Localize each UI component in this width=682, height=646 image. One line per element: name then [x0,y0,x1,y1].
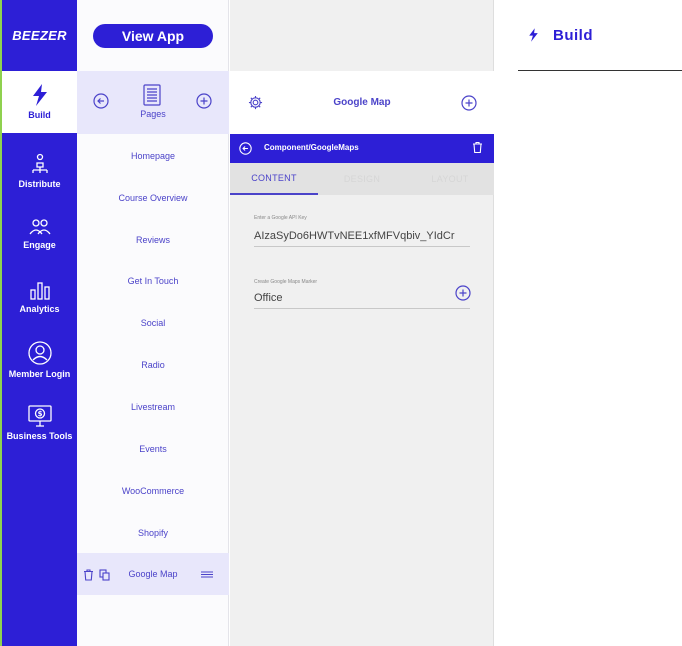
user-circle-icon [27,341,52,365]
beezer-logo[interactable]: BEEZER [2,0,77,71]
add-component-icon[interactable] [461,95,477,111]
page-item-label: Course Overview [118,193,188,203]
drag-handle-icon[interactable] [201,571,213,578]
users-icon [28,219,51,235]
active-indicator [0,71,2,133]
component-bar: Component/GoogleMaps [230,134,494,163]
bar-chart-icon [29,282,50,300]
editor-header: Google Map [230,71,494,134]
bolt-icon [32,84,47,106]
page-item-label: Shopify [137,528,169,538]
page-item-label: Homepage [130,151,176,161]
add-marker-icon[interactable] [455,285,471,301]
page-item-social[interactable]: Social [77,302,229,344]
page-item-label: Social [140,318,166,328]
distribute-icon [31,153,48,173]
nav-item-label: Analytics [19,304,60,314]
svg-text:$: $ [37,410,42,418]
page-item-label: Google Map [128,569,178,579]
page-item-woocommerce[interactable]: WooCommerce [77,470,229,512]
pages-header: Pages [77,71,229,134]
marker-label: Create Google Maps Marker [254,279,318,285]
page-item-get-in-touch[interactable]: Get In Touch [77,260,229,302]
editor-tabs: CONTENT DESIGN LAYOUT [230,163,494,195]
monitor-dollar-icon: $ [27,405,52,427]
pages-document-icon [143,84,161,106]
preview-divider [518,70,682,71]
page-item-google-map[interactable]: Google Map [77,553,229,595]
back-arrow-icon[interactable] [239,142,252,155]
api-key-label: Enter a Google API Key [254,215,307,221]
nav-item-business-tools[interactable]: $ Business Tools [2,392,77,454]
delete-component-icon[interactable] [472,141,483,154]
duplicate-page-icon[interactable] [99,569,110,581]
page-item-events[interactable]: Events [77,428,229,470]
tab-content[interactable]: CONTENT [230,163,318,195]
editor-title: Google Map [333,97,391,108]
bolt-icon [529,28,538,42]
nav-item-label: Business Tools [6,431,73,441]
main-nav-rail: BEEZER Build Distribute Engage Analytics [0,0,77,646]
page-item-label: Events [139,444,167,454]
preview-header: Build [518,25,682,45]
page-item-reviews[interactable]: Reviews [77,219,229,261]
tab-design[interactable]: DESIGN [318,163,406,195]
page-item-homepage[interactable]: Homepage [77,135,229,177]
nav-item-distribute[interactable]: Distribute [2,140,77,202]
nav-item-label: Build [28,110,51,120]
page-item-label: WooCommerce [121,486,185,496]
page-item-course-overview[interactable]: Course Overview [77,177,229,219]
marker-input[interactable]: Office [254,289,470,309]
page-item-label: Livestream [130,402,175,412]
nav-item-analytics[interactable]: Analytics [2,266,77,328]
nav-item-label: Member Login [8,369,71,379]
nav-item-build[interactable]: Build [0,71,77,133]
pages-header-label: Pages [140,109,166,119]
nav-item-label: Distribute [18,179,61,189]
add-page-icon[interactable] [196,93,212,109]
delete-page-icon[interactable] [83,569,94,581]
preview-title: Build [553,26,593,44]
nav-item-label: Engage [23,240,56,250]
view-app-button[interactable]: View App [93,24,213,48]
page-item-livestream[interactable]: Livestream [77,386,229,428]
nav-item-member-login[interactable]: Member Login [2,329,77,391]
page-item-label: Radio [141,360,165,370]
nav-item-engage[interactable]: Engage [2,203,77,265]
page-item-shopify[interactable]: Shopify [77,512,229,554]
component-editor: Google Map Component/GoogleMaps CONTENT … [230,0,494,646]
pages-panel: View App Pages Homepage Course Overview … [77,0,229,646]
back-arrow-icon[interactable] [93,93,109,109]
page-item-label: Reviews [135,235,170,245]
page-item-radio[interactable]: Radio [77,344,229,386]
component-path: Component/GoogleMaps [264,143,359,152]
tab-layout[interactable]: LAYOUT [406,163,494,195]
page-item-label: Get In Touch [127,276,179,286]
api-key-input[interactable]: AIzaSyDo6HWTvNEE1xfMFVqbiv_YIdCr [254,227,470,247]
